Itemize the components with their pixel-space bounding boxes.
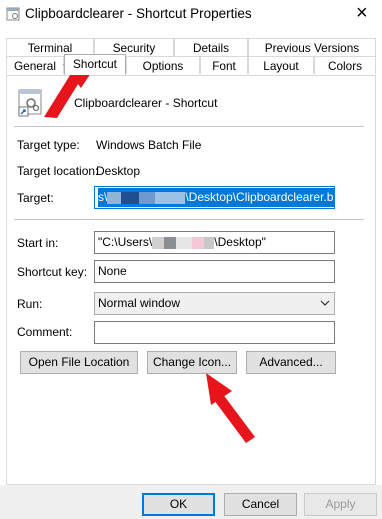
tab-general[interactable]: General: [6, 56, 64, 74]
redacted-blur: [152, 236, 165, 249]
change-icon-button[interactable]: Change Icon...: [147, 351, 237, 374]
start-in-text-suffix: \Desktop": [214, 235, 266, 249]
batch-file-icon: [18, 89, 42, 117]
tab-previous-versions[interactable]: Previous Versions: [248, 38, 376, 56]
target-label: Target:: [17, 191, 54, 205]
tab-shortcut[interactable]: Shortcut: [64, 54, 126, 75]
target-input[interactable]: s\ \Desktop\Clipboardclearer.bat": [94, 186, 335, 209]
ok-button[interactable]: OK: [142, 493, 215, 516]
target-text-suffix: \Desktop\Clipboardclearer.bat": [185, 190, 335, 204]
shortcut-key-label: Shortcut key:: [17, 265, 88, 279]
start-in-label: Start in:: [17, 236, 59, 250]
tab-layout[interactable]: Layout: [248, 56, 314, 74]
separator: [14, 219, 364, 220]
apply-button[interactable]: Apply: [304, 493, 377, 516]
target-location-label: Target location:: [17, 164, 99, 178]
dropdown-chevron-icon: [320, 300, 330, 306]
comment-label: Comment:: [17, 325, 73, 339]
open-file-location-button[interactable]: Open File Location: [20, 351, 138, 374]
redacted-blur: [139, 191, 156, 204]
target-text-prefix: s\: [98, 190, 108, 204]
shortcut-name: Clipboardclearer - Shortcut: [74, 96, 218, 110]
title-bar: Clipboardclearer - Shortcut Properties ×: [0, 0, 382, 28]
cancel-button[interactable]: Cancel: [224, 493, 297, 516]
run-select[interactable]: Normal window: [94, 292, 335, 315]
tab-details[interactable]: Details: [174, 38, 248, 56]
redacted-blur: [121, 191, 140, 204]
redacted-blur: [192, 236, 205, 249]
target-type-label: Target type:: [17, 138, 80, 152]
tab-options[interactable]: Options: [126, 56, 200, 74]
redacted-blur: [204, 236, 215, 249]
target-location-value: Desktop: [96, 164, 141, 178]
comment-input[interactable]: [94, 321, 335, 344]
advanced-button[interactable]: Advanced...: [246, 351, 336, 374]
separator: [14, 126, 364, 127]
redacted-blur: [176, 236, 193, 249]
start-in-input[interactable]: "C:\Users\ \Desktop": [94, 231, 335, 254]
window-app-icon: [6, 7, 20, 21]
tab-font[interactable]: Font: [200, 56, 248, 74]
close-icon[interactable]: ×: [356, 1, 368, 25]
tab-colors[interactable]: Colors: [314, 56, 376, 74]
redacted-blur: [107, 191, 122, 204]
start-in-text-prefix: "C:\Users\: [98, 235, 153, 249]
window-title: Clipboardclearer - Shortcut Properties: [25, 6, 252, 21]
run-select-value: Normal window: [98, 296, 181, 310]
target-type-value: Windows Batch File: [96, 138, 202, 152]
redacted-blur: [164, 236, 177, 249]
shortcut-key-input[interactable]: None: [94, 260, 335, 283]
redacted-blur: [155, 191, 186, 204]
run-label: Run:: [17, 297, 43, 311]
